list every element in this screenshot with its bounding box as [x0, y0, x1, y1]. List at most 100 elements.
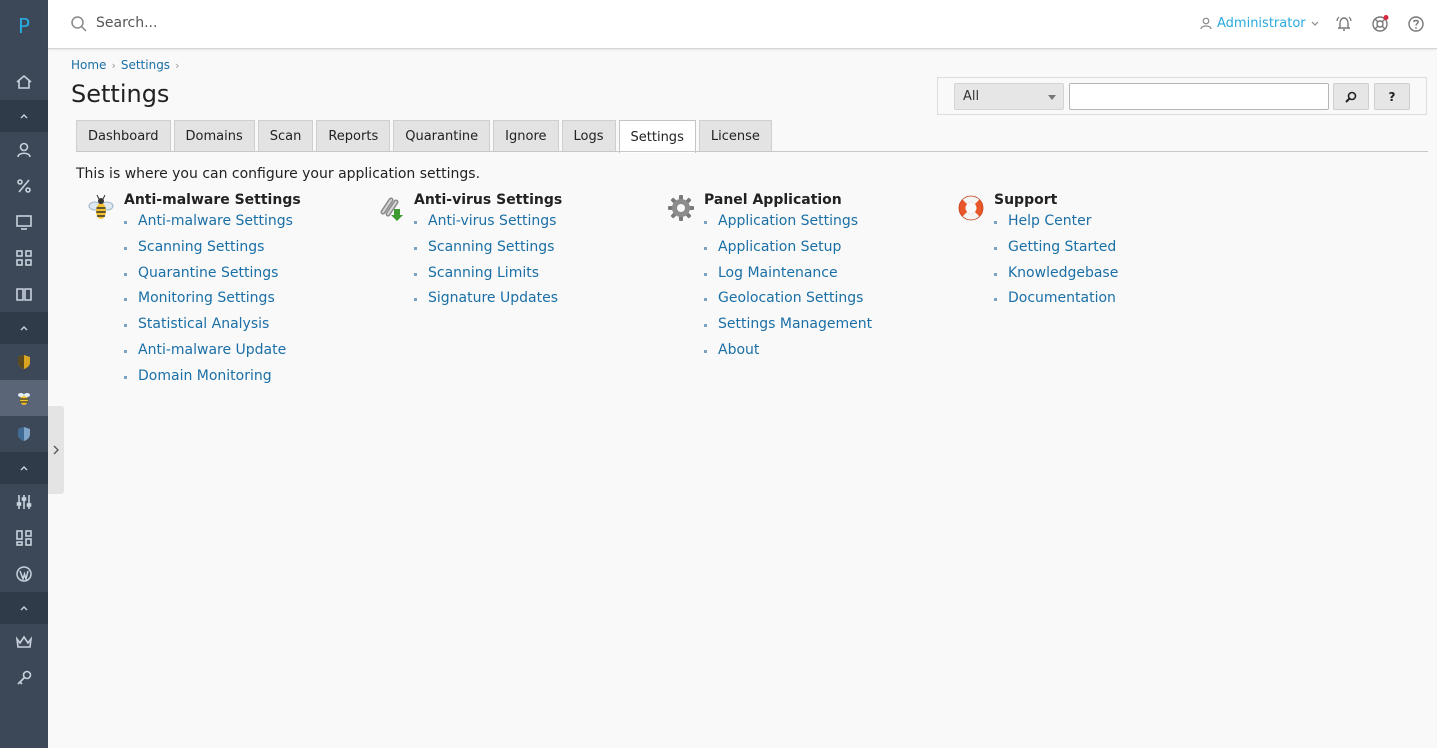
list-item: Scanning Settings — [414, 239, 558, 265]
key-icon[interactable] — [0, 660, 48, 696]
collapse-group-toggle[interactable] — [0, 100, 48, 132]
tab-domains[interactable]: Domains — [173, 120, 255, 152]
intro-text: This is where you can configure your app… — [76, 166, 481, 182]
tab-scan[interactable]: Scan — [257, 120, 314, 152]
list-item: About — [704, 342, 872, 368]
link-application-setup[interactable]: Application Setup — [718, 239, 841, 255]
link-scanning-settings[interactable]: Scanning Settings — [138, 239, 264, 255]
collapse-group-toggle[interactable] — [0, 452, 48, 484]
help-button[interactable]: ? — [1374, 83, 1410, 110]
collapse-group-toggle[interactable] — [0, 312, 48, 344]
list-item: Domain Monitoring — [124, 368, 293, 394]
top-header: Search... Administrator — [48, 0, 1437, 49]
sliders-icon[interactable] — [0, 484, 48, 520]
link-scanning-settings[interactable]: Scanning Settings — [428, 239, 554, 255]
list-item: Geolocation Settings — [704, 290, 872, 316]
list-item: Log Maintenance — [704, 265, 872, 291]
user-menu[interactable]: Administrator — [1200, 16, 1319, 31]
global-search-input[interactable]: Search... — [96, 15, 157, 31]
tab-license[interactable]: License — [698, 120, 772, 152]
filter-search-input[interactable] — [1069, 83, 1329, 110]
link-about[interactable]: About — [718, 342, 759, 358]
apps-grid-icon[interactable] — [0, 240, 48, 276]
link-list: Help Center Getting Started Knowledgebas… — [994, 213, 1118, 316]
filter-select-value: All — [963, 89, 980, 104]
chevron-right-icon: › — [175, 58, 180, 72]
link-scanning-limits[interactable]: Scanning Limits — [428, 265, 539, 281]
sidebar: P — [0, 0, 48, 748]
link-settings-management[interactable]: Settings Management — [718, 316, 872, 332]
link-signature-updates[interactable]: Signature Updates — [428, 290, 558, 306]
notifications-icon[interactable] — [1335, 15, 1353, 33]
link-quarantine-settings[interactable]: Quarantine Settings — [138, 265, 278, 281]
tab-divider — [76, 151, 1428, 152]
list-item: Getting Started — [994, 239, 1118, 265]
modules-icon[interactable] — [0, 520, 48, 556]
monitor-icon[interactable] — [0, 204, 48, 240]
link-statistical-analysis[interactable]: Statistical Analysis — [138, 316, 269, 332]
chain-download-icon — [380, 197, 403, 221]
collapse-group-toggle[interactable] — [0, 592, 48, 624]
link-anti-virus-settings[interactable]: Anti-virus Settings — [428, 213, 556, 229]
shield-blue-icon[interactable] — [0, 416, 48, 452]
bee-icon[interactable] — [0, 380, 48, 416]
tab-quarantine[interactable]: Quarantine — [393, 120, 491, 152]
link-anti-malware-update[interactable]: Anti-malware Update — [138, 342, 286, 358]
list-item: Knowledgebase — [994, 265, 1118, 291]
help-wheel-icon[interactable] — [1371, 15, 1389, 33]
tab-settings[interactable]: Settings — [618, 120, 696, 153]
shield-yellow-icon[interactable] — [0, 344, 48, 380]
list-item: Help Center — [994, 213, 1118, 239]
link-application-settings[interactable]: Application Settings — [718, 213, 858, 229]
breadcrumb-settings[interactable]: Settings — [121, 58, 170, 72]
link-geolocation-settings[interactable]: Geolocation Settings — [718, 290, 863, 306]
section-title: Anti-virus Settings — [414, 192, 563, 208]
link-domain-monitoring[interactable]: Domain Monitoring — [138, 368, 272, 384]
user-icon — [1200, 17, 1212, 30]
wordpress-icon[interactable] — [0, 556, 48, 592]
section-title: Anti-malware Settings — [124, 192, 301, 208]
lifebuoy-icon — [958, 195, 984, 221]
breadcrumb-home[interactable]: Home — [71, 58, 106, 72]
tab-reports[interactable]: Reports — [316, 120, 391, 152]
page-title: Settings — [71, 80, 170, 108]
link-log-maintenance[interactable]: Log Maintenance — [718, 265, 838, 281]
tab-ignore[interactable]: Ignore — [493, 120, 559, 152]
app-logo[interactable]: P — [0, 14, 48, 38]
chevron-right-icon: › — [111, 58, 116, 72]
link-help-center[interactable]: Help Center — [1008, 213, 1092, 229]
percent-icon[interactable] — [0, 168, 48, 204]
chevron-right-icon — [53, 445, 59, 455]
link-getting-started[interactable]: Getting Started — [1008, 239, 1116, 255]
list-item: Quarantine Settings — [124, 265, 293, 291]
search-icon — [71, 16, 87, 32]
user-name: Administrator — [1217, 16, 1306, 31]
home-icon[interactable] — [0, 64, 48, 100]
link-knowledgebase[interactable]: Knowledgebase — [1008, 265, 1118, 281]
link-list: Anti-virus Settings Scanning Settings Sc… — [414, 213, 558, 316]
tab-dashboard[interactable]: Dashboard — [76, 120, 171, 152]
search-icon — [1345, 91, 1357, 103]
link-monitoring-settings[interactable]: Monitoring Settings — [138, 290, 275, 306]
crown-icon[interactable] — [0, 624, 48, 660]
bee-icon — [88, 194, 114, 219]
chevron-down-icon — [1311, 21, 1319, 26]
list-item: Anti-virus Settings — [414, 213, 558, 239]
user-icon[interactable] — [0, 132, 48, 168]
question-icon[interactable] — [1407, 15, 1425, 33]
book-icon[interactable] — [0, 276, 48, 312]
list-item: Monitoring Settings — [124, 290, 293, 316]
list-item: Statistical Analysis — [124, 316, 293, 342]
link-documentation[interactable]: Documentation — [1008, 290, 1116, 306]
sidebar-expand-handle[interactable] — [48, 406, 64, 494]
link-anti-malware-settings[interactable]: Anti-malware Settings — [138, 213, 293, 229]
list-item: Anti-malware Update — [124, 342, 293, 368]
section-title: Support — [994, 192, 1058, 208]
gear-icon — [668, 195, 694, 221]
list-item: Application Setup — [704, 239, 872, 265]
list-item: Settings Management — [704, 316, 872, 342]
tab-logs[interactable]: Logs — [561, 120, 616, 152]
filter-select[interactable]: All — [954, 83, 1064, 110]
list-item: Scanning Limits — [414, 265, 558, 291]
search-button[interactable] — [1333, 83, 1369, 110]
